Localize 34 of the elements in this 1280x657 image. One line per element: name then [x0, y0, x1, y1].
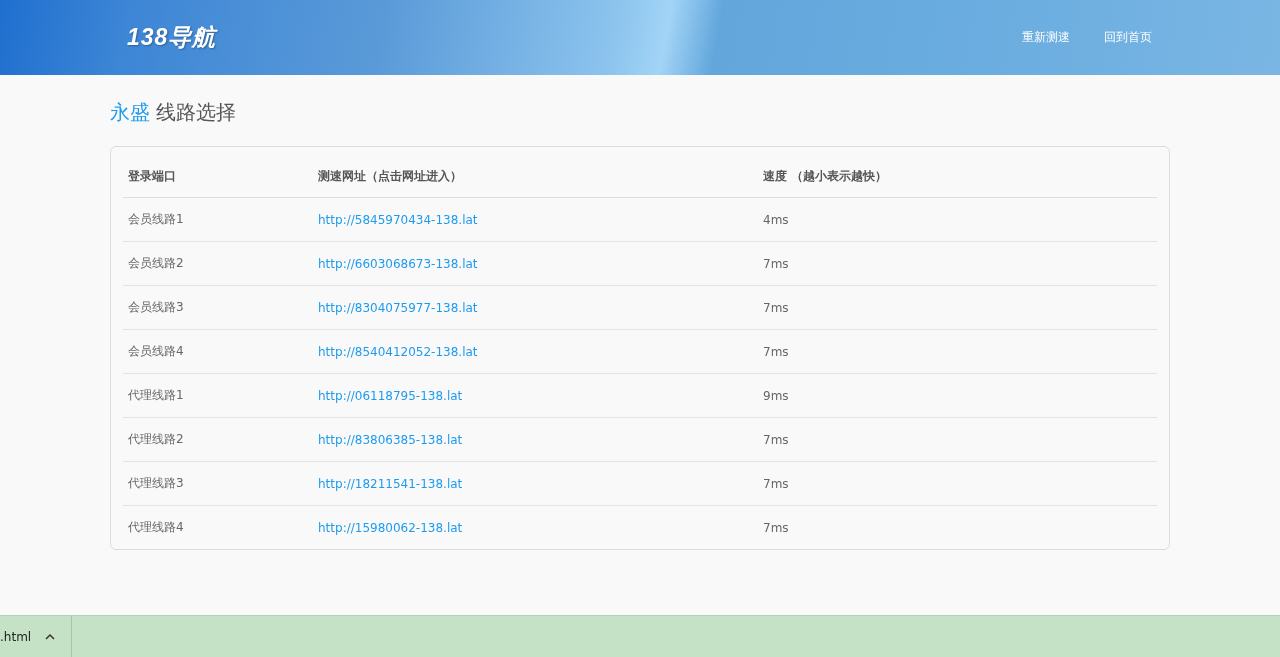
nav-link[interactable]: 重新测速: [1022, 29, 1070, 46]
site-logo: 138导航: [127, 23, 217, 52]
page-title: 线路选择: [156, 99, 236, 126]
file-name[interactable]: .html: [0, 629, 32, 644]
brand-name: 永盛: [110, 99, 150, 126]
column-header: 测速网址（点击网址进入）: [313, 155, 758, 198]
nav-link[interactable]: 回到首页: [1104, 29, 1152, 46]
table-cell: 会员线路3: [123, 285, 313, 330]
url-link[interactable]: http://15980062-138.lat: [318, 520, 463, 535]
table-cell: 会员线路1: [123, 197, 313, 242]
table-cell: 7ms: [758, 329, 1157, 374]
column-header: 速度 （越小表示越快）: [758, 155, 1157, 198]
url-link[interactable]: http://18211541-138.lat: [318, 476, 463, 491]
url-link[interactable]: http://06118795-138.lat: [318, 388, 463, 403]
table-cell: 7ms: [758, 417, 1157, 462]
url-link[interactable]: http://8540412052-138.lat: [318, 344, 478, 359]
table-cell: 会员线路2: [123, 241, 313, 286]
url-link[interactable]: http://83806385-138.lat: [318, 432, 463, 447]
table-cell: 7ms: [758, 285, 1157, 330]
table-cell: 7ms: [758, 241, 1157, 286]
url-link[interactable]: http://5845970434-138.lat: [318, 212, 478, 227]
table-cell: 4ms: [758, 197, 1157, 242]
table-cell: 7ms: [758, 505, 1157, 549]
table-cell: 代理线路2: [123, 417, 313, 462]
table-cell: 会员线路4: [123, 329, 313, 374]
url-link[interactable]: http://6603068673-138.lat: [318, 256, 478, 271]
table-cell: 9ms: [758, 373, 1157, 418]
table-cell: 代理线路1: [123, 373, 313, 418]
table-cell: 7ms: [758, 461, 1157, 506]
caret-icon[interactable]: [45, 633, 56, 640]
table-cell: 代理线路4: [123, 505, 313, 549]
table-cell: 代理线路3: [123, 461, 313, 506]
column-header: 登录端口: [123, 155, 313, 198]
url-link[interactable]: http://8304075977-138.lat: [318, 300, 478, 315]
